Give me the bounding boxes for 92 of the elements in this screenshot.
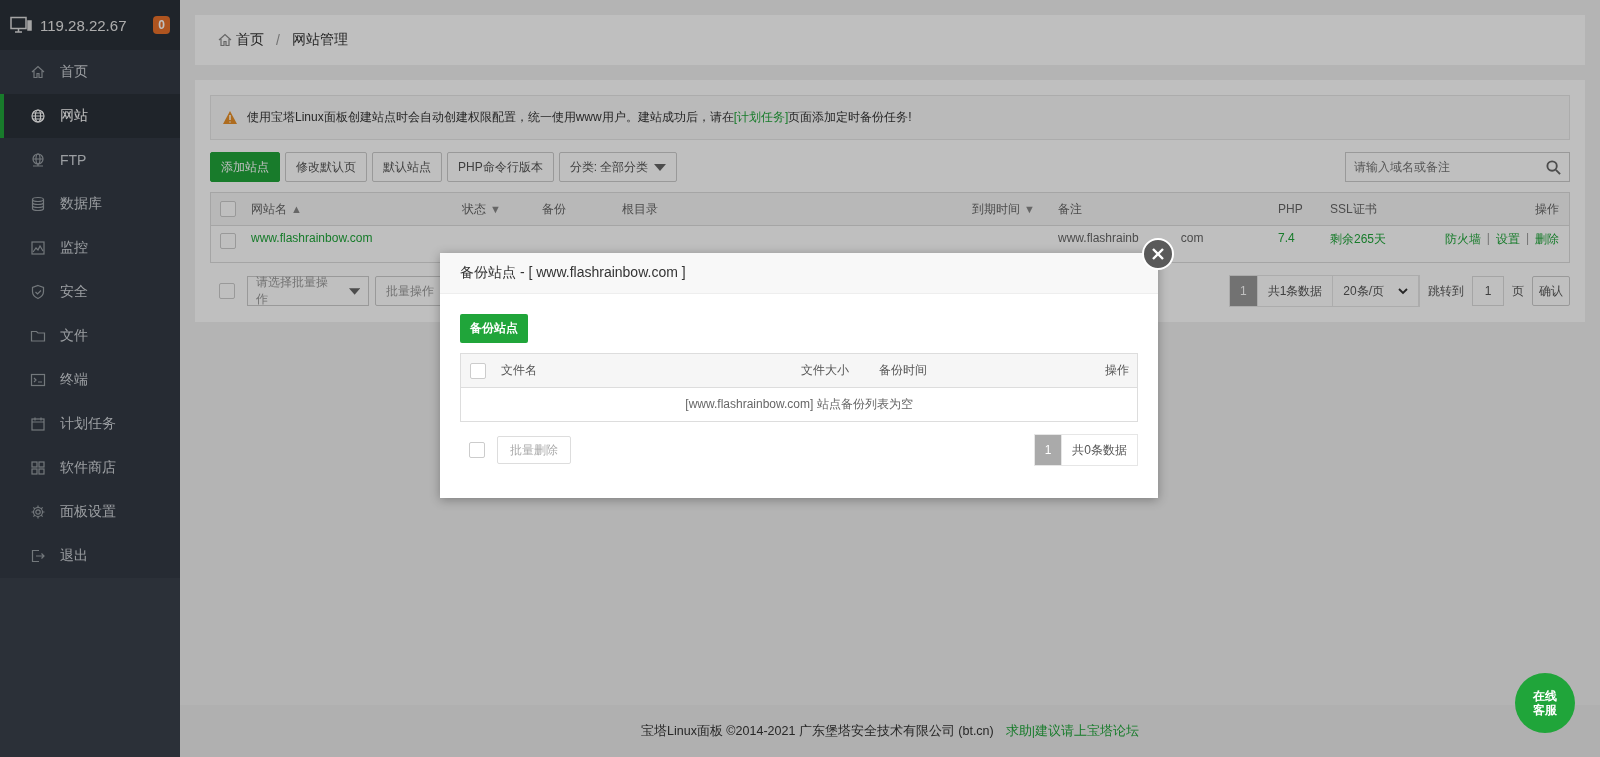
column-header[interactable]: 备份 xyxy=(542,200,566,218)
sidebar-item[interactable]: 软件商店 xyxy=(0,446,180,490)
site-link[interactable]: www.flashrainbow.com xyxy=(251,231,462,245)
column-header[interactable]: 操作 xyxy=(1535,200,1559,218)
breadcrumb-separator: / xyxy=(276,32,280,48)
column-header: 备份时间 xyxy=(879,362,928,379)
chart-icon xyxy=(30,240,46,256)
globe-stand-icon xyxy=(30,152,46,168)
search-field[interactable]: 请输入域名或备注 xyxy=(1345,152,1570,182)
column-header: 操作 xyxy=(1105,362,1130,379)
toolbar-button[interactable]: 添加站点 xyxy=(210,152,280,182)
scheduled-tasks-link[interactable]: [计划任务] xyxy=(733,110,789,124)
column-header[interactable]: 到期时间 xyxy=(972,200,1020,218)
copyright-text: 宝塔Linux面板 ©2014-2021 广东堡塔安全技术有限公司 (bt.cn) xyxy=(641,722,994,740)
calendar-icon xyxy=(30,416,46,432)
total-count: 共0条数据 xyxy=(1071,441,1128,459)
sidebar-item[interactable]: 终端 xyxy=(0,358,180,402)
action-separator: | xyxy=(1486,231,1490,247)
server-ip: 119.28.22.67 xyxy=(40,16,128,34)
toolbar-button[interactable]: PHP命令行版本 xyxy=(447,152,554,182)
action-link[interactable]: 防火墙 xyxy=(1444,231,1481,248)
confirm-button[interactable]: 确认 xyxy=(1532,276,1570,306)
chevron-icon xyxy=(1398,287,1408,295)
toolbar-button[interactable]: 默认站点 xyxy=(372,152,442,182)
sidebar-item[interactable]: 文件 xyxy=(0,314,180,358)
monitor-icon xyxy=(10,16,32,34)
page-unit: 页 xyxy=(1512,282,1524,300)
column-header[interactable]: SSL证书 xyxy=(1330,200,1377,218)
remark-text: www.flashrainb xyxy=(1058,231,1139,245)
sort-icon[interactable]: ▲ xyxy=(291,203,302,215)
column-header[interactable]: 根目录 xyxy=(622,200,658,218)
sidebar-item[interactable]: 首页 xyxy=(0,50,180,94)
sidebar-item[interactable]: 网站 xyxy=(0,94,180,138)
ssl-link[interactable]: 剩余265天 xyxy=(1330,231,1440,248)
batch-select[interactable]: 请选择批量操作 xyxy=(247,276,369,306)
breadcrumb-item[interactable]: 首页 xyxy=(236,31,264,49)
notice-text: 使用宝塔Linux面板创建站点时会自动创建权限配置，统一使用www用户。建站成功后，请在[计划任务]页面添加定时备份任务! xyxy=(247,109,912,126)
page-input[interactable]: 1 xyxy=(1472,276,1504,306)
globe-icon xyxy=(30,108,46,124)
checkbox[interactable] xyxy=(220,233,236,249)
grid-icon xyxy=(30,460,46,476)
warning-icon xyxy=(223,111,237,124)
total-count: 共1条数据 xyxy=(1257,276,1334,306)
caret-icon xyxy=(654,163,667,171)
sort-icon[interactable]: ▼ xyxy=(1024,203,1035,215)
backup-button[interactable]: 备份站点 xyxy=(460,314,528,343)
sidebar-item[interactable]: 安全 xyxy=(0,270,180,314)
online-support-button[interactable]: 在线 客服 xyxy=(1515,673,1575,733)
shield-icon xyxy=(30,284,46,300)
forum-link[interactable]: 求助|建议请上宝塔论坛 xyxy=(1005,722,1139,740)
folder-icon xyxy=(30,328,46,344)
column-header: 文件名 xyxy=(501,362,538,379)
checkbox[interactable] xyxy=(220,201,236,217)
notification-count: 0 xyxy=(153,16,170,34)
category-select[interactable]: 分类: 全部分类 xyxy=(558,152,678,182)
caret-icon xyxy=(348,287,360,295)
page-number[interactable]: 1 xyxy=(1229,276,1258,306)
toolbar-button[interactable]: 修改默认页 xyxy=(285,152,367,182)
batch-delete-button[interactable]: 批量删除 xyxy=(497,436,571,464)
sidebar-item[interactable]: 监控 xyxy=(0,226,180,270)
dialog-title: 备份站点 - [ www.flashrainbow.com ] xyxy=(460,264,686,282)
column-header[interactable]: 备注 xyxy=(1058,200,1082,218)
home-icon xyxy=(217,32,233,48)
close-icon xyxy=(1152,248,1164,260)
php-version-link[interactable]: 7.4 xyxy=(1278,231,1330,245)
sidebar-item[interactable]: 计划任务 xyxy=(0,402,180,446)
column-header[interactable]: PHP xyxy=(1278,202,1303,216)
terminal-icon xyxy=(30,372,46,388)
sidebar-item[interactable]: 面板设置 xyxy=(0,490,180,534)
empty-message: [www.flashrainbow.com] 站点备份列表为空 xyxy=(685,396,913,413)
remark-text: com xyxy=(1180,231,1204,245)
logout-icon xyxy=(30,548,46,564)
search-icon xyxy=(1546,160,1561,175)
jump-label: 跳转到 xyxy=(1428,282,1464,300)
action-link[interactable]: 设置 xyxy=(1495,231,1520,248)
checkbox[interactable] xyxy=(469,442,485,458)
settings-icon xyxy=(30,504,46,520)
checkbox[interactable] xyxy=(219,283,235,299)
page-size-select[interactable]: 20条/页 xyxy=(1333,276,1419,306)
sidebar-item[interactable]: FTP xyxy=(0,138,180,182)
checkbox[interactable] xyxy=(470,362,486,379)
sort-icon[interactable]: ▼ xyxy=(490,203,501,215)
sidebar-item[interactable]: 数据库 xyxy=(0,182,180,226)
column-header[interactable]: 网站名 xyxy=(251,200,287,218)
home-icon xyxy=(30,64,46,80)
database-icon xyxy=(30,196,46,212)
action-link[interactable]: 删除 xyxy=(1535,231,1559,248)
sidebar-item[interactable]: 退出 xyxy=(0,534,180,578)
column-header: 文件大小 xyxy=(801,362,850,379)
action-separator: | xyxy=(1525,231,1529,247)
breadcrumb-item: 网站管理 xyxy=(291,31,348,49)
column-header[interactable]: 状态 xyxy=(462,200,486,218)
